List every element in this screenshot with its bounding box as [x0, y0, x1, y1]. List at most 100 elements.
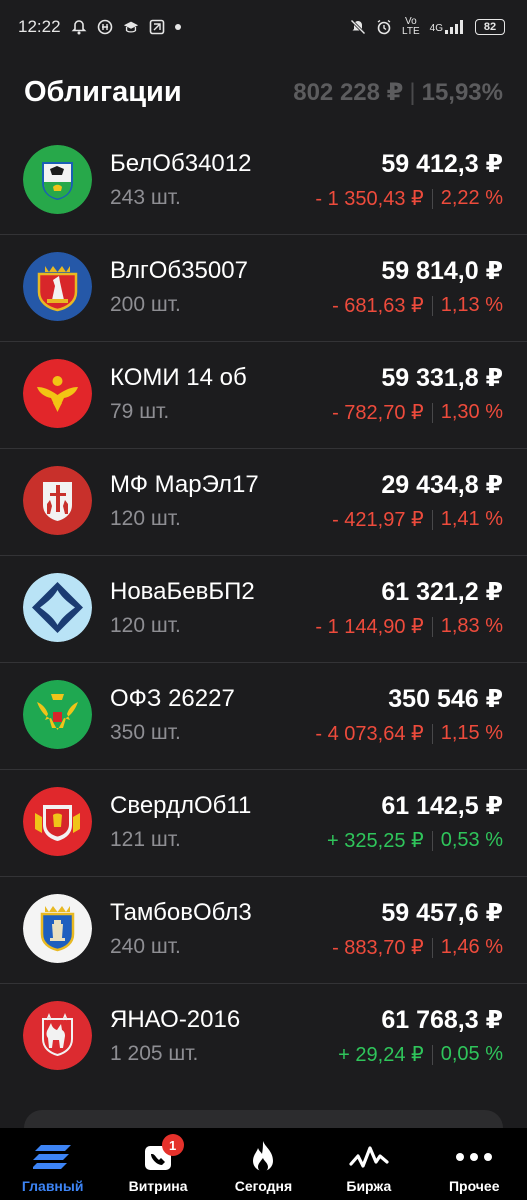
bond-quantity: 79 шт. [110, 400, 170, 423]
bond-row[interactable]: СвердлОб11 121 шт. 61 142,5 ₽ + 325,25 ₽… [0, 770, 527, 877]
bond-change-amount: - 1 144,90 ₽ [315, 616, 424, 638]
bond-name: НоваБевБП2 [110, 578, 255, 605]
sverdlovsk-coat-of-arms-icon [23, 787, 92, 856]
bond-change-percent: 0,05 % [440, 1043, 503, 1065]
bond-quantity: 200 шт. [110, 293, 181, 316]
nav-showcase[interactable]: 1 Витрина [106, 1128, 211, 1194]
bond-value: 59 457,6 ₽ [381, 899, 503, 927]
bond-change: - 782,70 ₽ 1,30 % [332, 400, 503, 425]
bond-quantity: 1 205 шт. [110, 1042, 199, 1065]
bond-change-amount: - 883,70 ₽ [332, 937, 424, 959]
bond-row[interactable]: ВлгОб35007 200 шт. 59 814,0 ₽ - 681,63 ₽… [0, 235, 527, 342]
komi-coat-of-arms-icon [23, 359, 92, 428]
signal-bars-icon [445, 20, 463, 34]
bond-name: КОМИ 14 об [110, 364, 247, 391]
graduation-cap-icon [123, 19, 139, 35]
bond-change: - 681,63 ₽ 1,13 % [332, 293, 503, 318]
bond-change-percent: 2,22 % [440, 187, 503, 209]
nav-today[interactable]: Сегодня [211, 1128, 316, 1194]
nav-showcase-label: Витрина [128, 1178, 188, 1194]
bond-change: + 29,24 ₽ 0,05 % [338, 1042, 503, 1067]
page-title: Облигации [24, 75, 182, 108]
nav-exchange[interactable]: Биржа [316, 1128, 421, 1194]
bond-change-amount: - 1 350,43 ₽ [315, 188, 424, 210]
bond-name: СвердлОб11 [110, 792, 252, 819]
bell-icon [71, 19, 87, 35]
bond-quantity: 121 шт. [110, 828, 181, 851]
app-screen: 12:22 Vo LTE 4G 82 Облигации 802 228 ₽ |… [0, 0, 527, 1200]
bond-change-percent: 1,46 % [440, 936, 503, 958]
bond-change-percent: 1,83 % [440, 615, 503, 637]
bond-change: - 1 144,90 ₽ 1,83 % [315, 614, 503, 639]
more-dots-icon [454, 1140, 494, 1174]
bond-value: 61 321,2 ₽ [381, 578, 503, 606]
bond-row[interactable]: КОМИ 14 об 79 шт. 59 331,8 ₽ - 782,70 ₽ 1… [0, 342, 527, 449]
bond-change-amount: + 29,24 ₽ [338, 1044, 424, 1066]
bond-name: ВлгОб35007 [110, 257, 248, 284]
bond-row[interactable]: ТамбовОбл3 240 шт. 59 457,6 ₽ - 883,70 ₽… [0, 877, 527, 984]
nav-more[interactable]: Прочее [422, 1128, 527, 1194]
bond-change: - 1 350,43 ₽ 2,22 % [315, 186, 503, 211]
status-bar: 12:22 Vo LTE 4G 82 [0, 0, 527, 54]
bond-name: МФ МарЭл17 [110, 471, 259, 498]
bond-change-amount: + 325,25 ₽ [327, 830, 424, 852]
bond-row[interactable]: НоваБевБП2 120 шт. 61 321,2 ₽ - 1 144,90… [0, 556, 527, 663]
nav-main[interactable]: Главный [0, 1128, 105, 1194]
bond-row[interactable]: ЯНАО-2016 1 205 шт. 61 768,3 ₽ + 29,24 ₽… [0, 984, 527, 1091]
bond-change-percent: 1,13 % [440, 294, 503, 316]
notification-app-icon [97, 19, 113, 35]
bond-change: - 421,97 ₽ 1,41 % [332, 507, 503, 532]
bond-quantity: 120 шт. [110, 507, 181, 530]
volgograd-coat-of-arms-icon [23, 252, 92, 321]
nav-today-label: Сегодня [234, 1178, 293, 1194]
bond-change: - 4 073,64 ₽ 1,15 % [315, 721, 503, 746]
battery-icon: 82 [475, 19, 505, 35]
bond-quantity: 350 шт. [110, 721, 181, 744]
yanao-coat-of-arms-icon [23, 1001, 92, 1070]
bond-quantity: 243 шт. [110, 186, 181, 209]
exchange-chart-icon [349, 1140, 389, 1174]
portfolio-summary: 802 228 ₽ | 15,93% [293, 78, 503, 106]
bond-name: ЯНАО-2016 [110, 1006, 241, 1033]
bond-change-amount: - 782,70 ₽ [332, 402, 424, 424]
portfolio-yield: 15,93% [421, 78, 503, 106]
alarm-clock-icon [376, 19, 392, 35]
bond-change-amount: - 421,97 ₽ [332, 509, 424, 531]
flame-icon [243, 1140, 283, 1174]
bottom-navigation: Главный 1 Витрина Сегодня Биржа Прочее [0, 1128, 527, 1200]
bond-quantity: 240 шт. [110, 935, 181, 958]
bond-value: 61 142,5 ₽ [381, 792, 503, 820]
bond-value: 61 768,3 ₽ [381, 1006, 503, 1034]
bond-value: 29 434,8 ₽ [381, 471, 503, 499]
bond-change-percent: 1,30 % [440, 401, 503, 423]
bond-change: + 325,25 ₽ 0,53 % [327, 828, 503, 853]
bond-name: ОФЗ 26227 [110, 685, 235, 712]
portfolio-total: 802 228 ₽ [293, 78, 404, 106]
notification-badge: 1 [161, 1134, 184, 1156]
bond-row[interactable]: МФ МарЭл17 120 шт. 29 434,8 ₽ - 421,97 ₽… [0, 449, 527, 556]
nav-main-label: Главный [21, 1178, 84, 1194]
status-time: 12:22 [18, 17, 61, 36]
bond-change-amount: - 4 073,64 ₽ [315, 723, 424, 745]
section-header: Облигации 802 228 ₽ | 15,93% [0, 70, 527, 114]
volte-indicator: Vo LTE [402, 16, 420, 37]
nav-more-label: Прочее [448, 1178, 500, 1194]
bond-name: ТамбовОбл3 [110, 899, 252, 926]
home-stripes-icon [32, 1140, 73, 1174]
more-notifications-dot [174, 24, 181, 30]
bond-list: БелОб34012 243 шт. 59 412,3 ₽ - 1 350,43… [0, 128, 527, 1091]
bond-change-percent: 0,53 % [440, 829, 503, 851]
mari-el-coat-of-arms-icon [23, 466, 92, 535]
bond-change-percent: 1,15 % [440, 722, 503, 744]
nav-exchange-label: Биржа [346, 1178, 392, 1194]
bond-name: БелОб34012 [110, 150, 252, 177]
tambov-coat-of-arms-icon [23, 894, 92, 963]
bond-value: 59 412,3 ₽ [381, 150, 503, 178]
russia-coat-of-arms-icon [23, 680, 92, 749]
bond-row[interactable]: БелОб34012 243 шт. 59 412,3 ₽ - 1 350,43… [0, 128, 527, 235]
bond-quantity: 120 шт. [110, 614, 181, 637]
novabev-logo-icon [23, 573, 92, 642]
bond-row[interactable]: ОФЗ 26227 350 шт. 350 546 ₽ - 4 073,64 ₽… [0, 663, 527, 770]
bond-value: 59 814,0 ₽ [381, 257, 503, 285]
app-square-icon [149, 19, 165, 35]
